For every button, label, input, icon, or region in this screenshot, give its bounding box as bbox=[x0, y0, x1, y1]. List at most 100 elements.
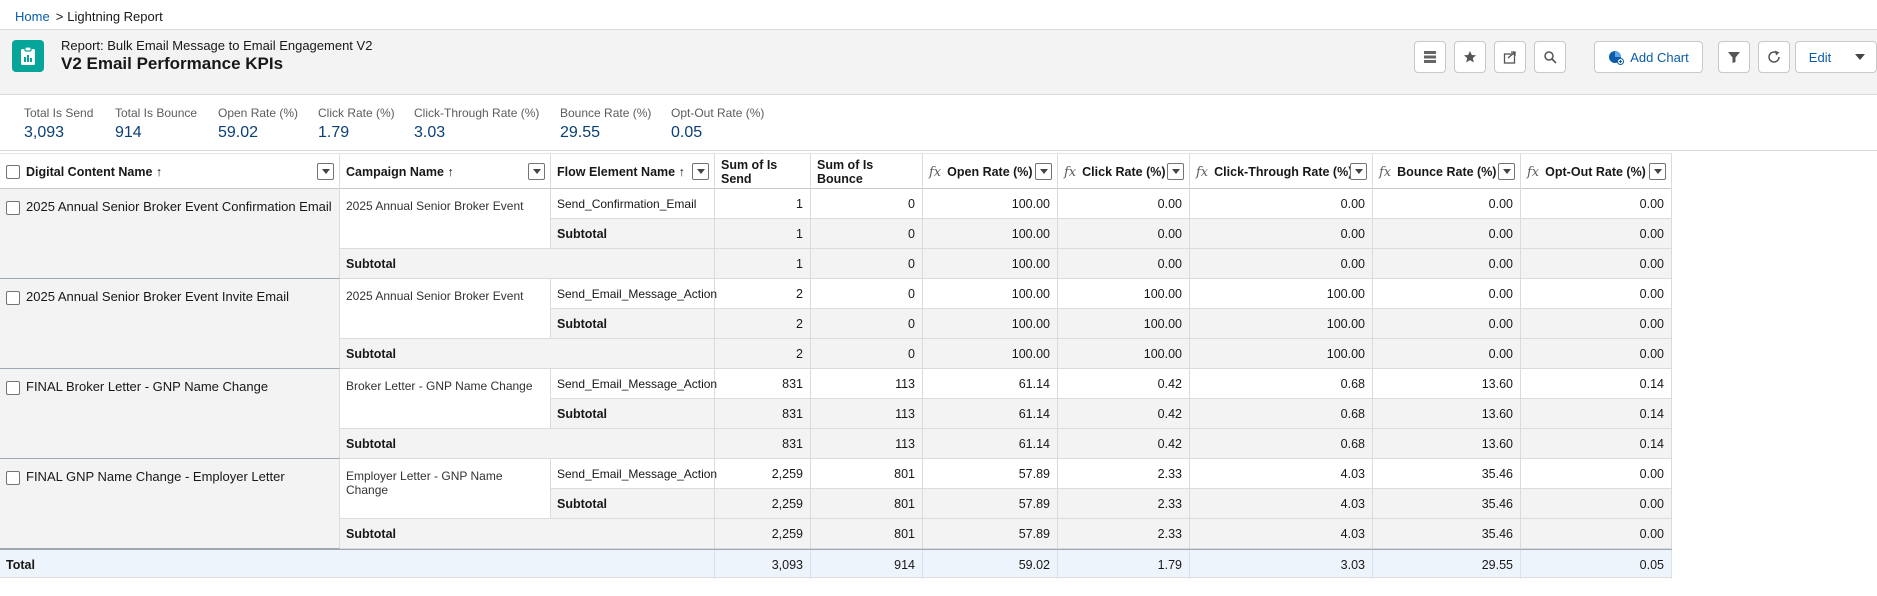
kpi-value: 1.79 bbox=[318, 124, 350, 141]
value-cell: 35.46 bbox=[1373, 459, 1521, 489]
column-header-flow-element[interactable]: Flow Element Name ↑ bbox=[551, 154, 715, 190]
flow-element-cell: Send_Email_Message_Action bbox=[551, 369, 717, 399]
flow-element-cell: Send_Confirmation_Email bbox=[551, 189, 715, 219]
value-cell: 4.03 bbox=[1190, 459, 1373, 489]
total-value-cell: 914 bbox=[811, 550, 923, 579]
kpi-bounce-rate: Bounce Rate (%) 29.55 bbox=[560, 106, 651, 142]
column-menu-button[interactable] bbox=[1350, 163, 1367, 180]
row-checkbox[interactable] bbox=[6, 471, 20, 485]
filter-icon bbox=[1728, 52, 1740, 63]
value-cell: 100.00 bbox=[1190, 279, 1373, 309]
column-label: Campaign Name bbox=[346, 165, 444, 179]
value-cell: 831 bbox=[715, 399, 811, 429]
select-all-checkbox[interactable] bbox=[6, 165, 20, 179]
value-cell: 0.68 bbox=[1190, 429, 1373, 459]
value-cell: 100.00 bbox=[923, 309, 1058, 339]
refresh-button[interactable] bbox=[1758, 41, 1790, 73]
group-digital-content-cell: FINAL GNP Name Change - Employer Letter bbox=[0, 459, 340, 549]
campaign-name-cell: 2025 Annual Senior Broker Event bbox=[340, 279, 551, 339]
value-cell: 2.33 bbox=[1058, 519, 1190, 549]
value-cell: 0.14 bbox=[1521, 429, 1672, 459]
digital-content-name: 2025 Annual Senior Broker Event Confirma… bbox=[26, 199, 332, 214]
kpi-click-through-rate: Click-Through Rate (%) 3.03 bbox=[414, 106, 539, 142]
column-header-campaign[interactable]: Campaign Name ↑ bbox=[340, 154, 551, 190]
kpi-label: Open Rate (%) bbox=[218, 106, 299, 120]
value-cell: 0.00 bbox=[1373, 309, 1521, 339]
subtotal-row: Subtotal 2 0 100.00 100.00 100.00 0.00 0.00 bbox=[340, 339, 1672, 369]
group-digital-content-cell: FINAL Broker Letter - GNP Name Change bbox=[0, 369, 340, 459]
kpi-label: Opt-Out Rate (%) bbox=[671, 106, 765, 120]
value-cell: 0 bbox=[811, 309, 923, 339]
column-menu-button[interactable] bbox=[1035, 163, 1052, 180]
value-cell: 0.00 bbox=[1373, 249, 1521, 279]
campaign-name-cell: 2025 Annual Senior Broker Event bbox=[340, 189, 551, 249]
subtotal-label: Subtotal bbox=[551, 399, 715, 429]
breadcrumb-home-link[interactable]: Home bbox=[15, 9, 50, 24]
campaign-name-cell: Broker Letter - GNP Name Change bbox=[340, 369, 551, 429]
column-header-sum-is-bounce[interactable]: Sum of Is Bounce bbox=[811, 154, 923, 190]
value-cell: 0.00 bbox=[1058, 219, 1190, 249]
subtotal-row: Subtotal 2,259 801 57.89 2.33 4.03 35.46 0.00 bbox=[340, 519, 1672, 549]
filter-button[interactable] bbox=[1718, 41, 1750, 73]
kpi-label: Click-Through Rate (%) bbox=[414, 106, 540, 120]
column-header-click-rate[interactable]: fx Click Rate (%) bbox=[1058, 154, 1190, 190]
value-cell: 100.00 bbox=[1058, 339, 1190, 369]
column-header-click-through-rate[interactable]: fx Click-Through Rate (%) bbox=[1190, 154, 1373, 190]
search-button[interactable] bbox=[1534, 41, 1566, 73]
column-header-open-rate[interactable]: fx Open Rate (%) bbox=[923, 154, 1058, 190]
column-menu-button[interactable] bbox=[317, 163, 334, 180]
column-header-bounce-rate[interactable]: fx Bounce Rate (%) bbox=[1373, 154, 1521, 190]
value-cell: 0.42 bbox=[1058, 369, 1190, 399]
column-menu-button[interactable] bbox=[1649, 163, 1666, 180]
value-cell: 0.00 bbox=[1521, 279, 1672, 309]
value-cell: 0 bbox=[811, 339, 923, 369]
row-checkbox[interactable] bbox=[6, 291, 20, 305]
value-cell: 0.00 bbox=[1521, 519, 1672, 549]
value-cell: 831 bbox=[715, 369, 811, 399]
row-checkbox[interactable] bbox=[6, 201, 20, 215]
value-cell: 0.00 bbox=[1521, 189, 1672, 219]
column-menu-button[interactable] bbox=[1167, 163, 1184, 180]
value-cell: 100.00 bbox=[1058, 309, 1190, 339]
total-value-cell: 0.05 bbox=[1521, 550, 1672, 579]
row-checkbox[interactable] bbox=[6, 381, 20, 395]
kpi-open-rate: Open Rate (%) 59.02 bbox=[218, 106, 298, 142]
favorite-button[interactable] bbox=[1454, 41, 1486, 73]
column-menu-button[interactable] bbox=[692, 163, 709, 180]
value-cell: 113 bbox=[811, 399, 923, 429]
kpi-click-rate: Click Rate (%) 1.79 bbox=[318, 106, 395, 142]
add-chart-button[interactable]: Add Chart bbox=[1594, 41, 1703, 73]
refresh-icon bbox=[1768, 50, 1780, 63]
value-cell: 0 bbox=[811, 249, 923, 279]
column-label: Flow Element Name bbox=[557, 165, 676, 179]
column-menu-button[interactable] bbox=[1498, 163, 1515, 180]
column-header-digital-content[interactable]: Digital Content Name ↑ bbox=[0, 154, 340, 190]
summary-kpis: Total Is Send 3,093 Total Is Bounce 914 … bbox=[0, 96, 1877, 151]
column-menu-button[interactable] bbox=[528, 163, 545, 180]
kpi-value: 3,093 bbox=[24, 124, 65, 141]
kpi-label: Total Is Bounce bbox=[115, 106, 198, 120]
column-header-sum-is-send[interactable]: Sum of Is Send bbox=[715, 154, 811, 190]
total-label: Total bbox=[0, 550, 715, 579]
value-cell: 100.00 bbox=[923, 279, 1058, 309]
column-header-opt-out-rate[interactable]: fx Opt-Out Rate (%) bbox=[1521, 154, 1672, 190]
subtotal-row: Subtotal 1 0 100.00 0.00 0.00 0.00 0.00 bbox=[551, 219, 1672, 249]
subtotal-row: Subtotal 2 0 100.00 100.00 100.00 0.00 0.00 bbox=[551, 309, 1672, 339]
more-actions-button[interactable] bbox=[1844, 41, 1877, 73]
flow-element-cell: Send_Email_Message_Action bbox=[551, 459, 717, 489]
edit-label: Edit bbox=[1808, 49, 1832, 65]
subtotal-row: Subtotal 831 113 61.14 0.42 0.68 13.60 0.14 bbox=[340, 429, 1672, 459]
report-header: Report: Bulk Email Message to Email Enga… bbox=[0, 29, 1877, 95]
value-cell: 0.00 bbox=[1190, 189, 1373, 219]
value-cell: 0.68 bbox=[1190, 369, 1373, 399]
table-view-button[interactable] bbox=[1414, 41, 1446, 73]
column-label: Click Rate (%) bbox=[1082, 165, 1166, 179]
value-cell: 0.14 bbox=[1521, 399, 1672, 429]
edit-button[interactable]: Edit bbox=[1795, 41, 1845, 73]
value-cell: 4.03 bbox=[1190, 489, 1373, 519]
add-chart-label: Add Chart bbox=[1630, 49, 1689, 65]
share-button[interactable] bbox=[1494, 41, 1526, 73]
value-cell: 2 bbox=[715, 309, 811, 339]
kpi-total-is-send: Total Is Send 3,093 bbox=[24, 106, 93, 142]
value-cell: 1 bbox=[715, 189, 811, 219]
